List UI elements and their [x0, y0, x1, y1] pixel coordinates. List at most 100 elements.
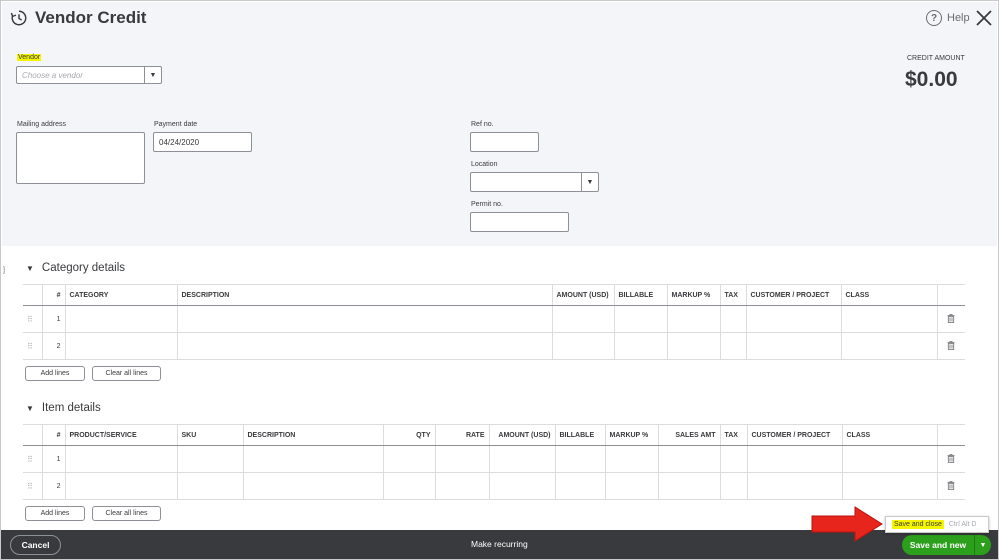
vendor-label: Vendor [17, 54, 42, 61]
payment-date-field[interactable]: 04/24/2020 [153, 132, 252, 152]
col-sku: SKU [176, 424, 243, 446]
customer-project-cell[interactable] [745, 332, 841, 360]
markup-cell[interactable] [604, 472, 658, 500]
markup-cell[interactable] [604, 445, 658, 473]
history-icon[interactable] [10, 9, 28, 27]
item-details-title: Item details [41, 402, 101, 414]
drag-handle-icon[interactable]: ⠿ [23, 445, 42, 473]
col-amount: AMOUNT (USD) [551, 284, 614, 306]
cancel-button[interactable]: Cancel [10, 535, 61, 555]
close-icon[interactable] [975, 9, 993, 27]
make-recurring-link[interactable]: Make recurring [471, 539, 528, 549]
product-service-cell[interactable] [64, 445, 177, 473]
tax-cell[interactable] [719, 472, 747, 500]
category-cell[interactable] [64, 332, 177, 360]
description-cell[interactable] [242, 445, 383, 473]
item-header-row: # PRODUCT/SERVICE SKU DESCRIPTION QTY RA… [23, 424, 965, 446]
amount-cell[interactable] [551, 305, 614, 333]
sku-cell[interactable] [176, 472, 243, 500]
tax-cell[interactable] [719, 445, 747, 473]
customer-project-cell[interactable] [746, 445, 842, 473]
description-cell[interactable] [176, 305, 552, 333]
product-service-cell[interactable] [64, 472, 177, 500]
chevron-down-icon[interactable]: ▼ [144, 67, 161, 83]
save-and-new-button-group: Save and new ▼ [902, 535, 991, 555]
col-num: # [41, 284, 65, 306]
col-customer-project: CUSTOMER / PROJECT [745, 284, 841, 306]
markup-cell[interactable] [666, 332, 720, 360]
col-billable: BILLABLE [554, 424, 605, 446]
category-cell[interactable] [64, 305, 177, 333]
qty-cell[interactable] [382, 445, 435, 473]
table-row[interactable]: ⠿ 1 [23, 305, 965, 333]
drag-handle-icon[interactable]: ⠿ [23, 472, 42, 500]
rate-cell[interactable] [434, 445, 489, 473]
customer-project-cell[interactable] [746, 472, 842, 500]
add-lines-button[interactable]: Add lines [25, 506, 85, 521]
description-cell[interactable] [176, 332, 552, 360]
vendor-credit-window: Vendor Credit ? Help Vendor Choose a ven… [0, 0, 999, 560]
credit-amount-value: $0.00 [905, 68, 958, 91]
drag-handle-icon[interactable]: ⠿ [23, 305, 42, 333]
drag-handle-icon[interactable]: ⠿ [23, 332, 42, 360]
col-rate: RATE [434, 424, 489, 446]
rate-cell[interactable] [434, 472, 489, 500]
amount-cell[interactable] [488, 445, 555, 473]
payment-date-value: 04/24/2020 [159, 137, 200, 147]
help-button[interactable]: ? Help [926, 10, 970, 26]
col-class: CLASS [840, 284, 937, 306]
qty-cell[interactable] [382, 472, 435, 500]
table-row[interactable]: ⠿ 1 [23, 445, 965, 473]
vendor-select[interactable]: Choose a vendor ▼ [16, 66, 162, 84]
class-cell[interactable] [840, 332, 937, 360]
trash-icon[interactable] [936, 472, 965, 500]
col-category: CATEGORY [64, 284, 177, 306]
side-bracket: ] [3, 267, 5, 274]
col-amount: AMOUNT (USD) [488, 424, 555, 446]
trash-icon[interactable] [936, 305, 965, 333]
category-details-toggle[interactable]: ▼ Category details [26, 262, 125, 274]
sku-cell[interactable] [176, 445, 243, 473]
save-options-chevron-icon[interactable]: ▼ [974, 535, 991, 555]
permit-no-field[interactable] [470, 212, 569, 232]
amount-cell[interactable] [551, 332, 614, 360]
sales-amt-cell[interactable] [657, 472, 720, 500]
save-and-close-menu-item[interactable]: Save and close [892, 520, 944, 529]
row-number: 1 [41, 445, 65, 473]
tax-cell[interactable] [719, 305, 746, 333]
ref-no-field[interactable] [470, 132, 539, 152]
add-lines-button[interactable]: Add lines [25, 366, 85, 381]
markup-cell[interactable] [666, 305, 720, 333]
tax-cell[interactable] [719, 332, 746, 360]
description-cell[interactable] [242, 472, 383, 500]
billable-cell[interactable] [613, 332, 667, 360]
grip-header [23, 424, 42, 446]
location-select[interactable]: ▼ [470, 172, 599, 192]
table-row[interactable]: ⠿ 2 [23, 332, 965, 360]
category-header-row: # CATEGORY DESCRIPTION AMOUNT (USD) BILL… [23, 284, 965, 306]
mailing-address-field[interactable] [16, 132, 145, 184]
chevron-down-icon[interactable]: ▼ [581, 173, 598, 191]
item-details-toggle[interactable]: ▼ Item details [26, 402, 101, 414]
sales-amt-cell[interactable] [657, 445, 720, 473]
billable-cell[interactable] [613, 305, 667, 333]
page-title: Vendor Credit [35, 8, 147, 27]
clear-all-lines-button[interactable]: Clear all lines [92, 366, 161, 381]
clear-all-lines-button[interactable]: Clear all lines [92, 506, 161, 521]
customer-project-cell[interactable] [745, 305, 841, 333]
col-description: DESCRIPTION [176, 284, 552, 306]
class-cell[interactable] [841, 472, 937, 500]
billable-cell[interactable] [554, 445, 605, 473]
amount-cell[interactable] [488, 472, 555, 500]
class-cell[interactable] [840, 305, 937, 333]
save-and-new-button[interactable]: Save and new [902, 535, 974, 555]
table-row[interactable]: ⠿ 2 [23, 472, 965, 500]
trash-icon[interactable] [936, 332, 965, 360]
class-cell[interactable] [841, 445, 937, 473]
trash-header [936, 284, 965, 306]
row-number: 1 [41, 305, 65, 333]
col-class: CLASS [841, 424, 937, 446]
shortcut-hint: Ctrl Alt D [948, 521, 977, 528]
trash-icon[interactable] [936, 445, 965, 473]
billable-cell[interactable] [554, 472, 605, 500]
